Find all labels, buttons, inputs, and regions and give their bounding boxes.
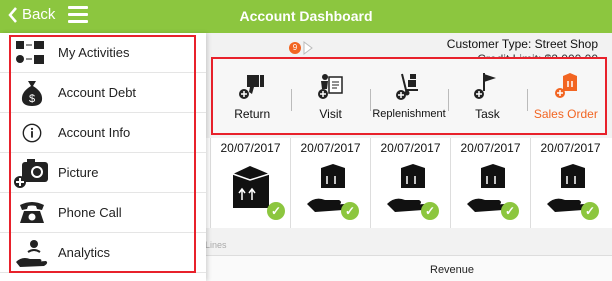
svg-text:$: $ — [29, 93, 35, 105]
action-label: Return — [234, 107, 271, 121]
check-icon: ✓ — [421, 202, 439, 220]
product-card[interactable]: 20/07/2017 ✓ — [530, 138, 610, 228]
menu-item-phone-call[interactable]: Phone Call — [0, 193, 206, 233]
side-menu: My Activities $ Account Debt Account Inf… — [0, 33, 206, 281]
menu-label: Phone Call — [58, 205, 122, 220]
menu-item-account-debt[interactable]: $ Account Debt — [0, 73, 206, 113]
return-action-button[interactable]: Return — [213, 59, 291, 133]
hand-truck-icon — [396, 73, 419, 100]
info-icon — [12, 117, 52, 149]
card-date: 20/07/2017 — [540, 141, 601, 155]
menu-item-my-activities[interactable]: My Activities — [0, 33, 206, 73]
product-card[interactable]: 20/07/2017 ✓ — [450, 138, 530, 228]
product-card[interactable]: 20/07/2017 ✓ — [370, 138, 450, 228]
sales-order-action-button[interactable]: Sales Order — [526, 59, 605, 133]
page-title: Account Dashboard — [239, 8, 373, 24]
action-label: Visit — [319, 107, 342, 121]
action-label: Replenishment — [372, 108, 446, 120]
lines-section-label: Lines — [205, 240, 227, 250]
phone-icon — [12, 197, 52, 229]
action-label: Task — [475, 107, 500, 121]
check-icon: ✓ — [501, 202, 519, 220]
menu-label: Picture — [58, 165, 99, 180]
action-label: Sales Order — [533, 107, 598, 121]
menu-label: My Activities — [58, 45, 130, 60]
replenishment-action-button[interactable]: Replenishment — [369, 59, 448, 133]
flag-plus-icon — [474, 73, 497, 99]
money-bag-icon: $ — [12, 77, 52, 109]
menu-item-picture[interactable]: Picture — [0, 153, 206, 193]
visit-document-icon — [317, 74, 343, 99]
analytics-hand-icon — [12, 237, 52, 269]
check-icon: ✓ — [341, 202, 359, 220]
task-action-button[interactable]: Task — [448, 59, 526, 133]
chevron-right-icon[interactable] — [302, 41, 314, 55]
sales-order-icon — [554, 73, 577, 98]
menu-label: Account Debt — [58, 85, 137, 100]
menu-label: Analytics — [58, 245, 111, 260]
product-card[interactable]: 20/07/2017 ✓ — [290, 138, 370, 228]
thumbs-down-plus-icon — [239, 75, 265, 99]
card-date: 20/07/2017 — [460, 141, 521, 155]
card-date: 20/07/2017 — [300, 141, 361, 155]
menu-item-account-info[interactable]: Account Info — [0, 113, 206, 153]
activities-icon — [12, 37, 52, 69]
product-card[interactable]: 20/07/2017 ✓ — [210, 138, 290, 228]
visit-action-button[interactable]: Visit — [291, 59, 369, 133]
customer-type: Customer Type: Street Shop — [446, 37, 598, 51]
revenue-label: Revenue — [430, 264, 475, 276]
card-date: 20/07/2017 — [220, 141, 281, 155]
card-date: 20/07/2017 — [380, 141, 441, 155]
menu-item-analytics[interactable]: Analytics — [0, 233, 206, 273]
check-icon: ✓ — [267, 202, 285, 220]
top-bar: Back Account Dashboard — [0, 0, 612, 33]
action-toolbar: Return Visit Replenishment Task Sales Or… — [211, 57, 607, 135]
check-icon: ✓ — [581, 202, 599, 220]
camera-icon — [12, 157, 52, 189]
menu-label: Account Info — [58, 125, 131, 140]
notification-badge[interactable]: 9 — [289, 42, 301, 54]
